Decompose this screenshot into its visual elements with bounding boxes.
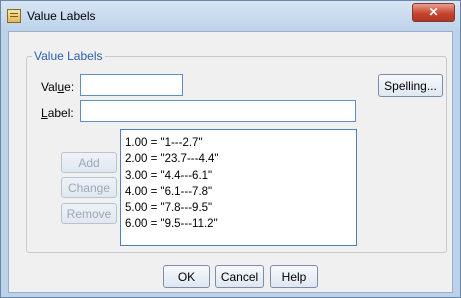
remove-button[interactable]: Remove (61, 203, 117, 224)
title-bar: Value Labels ✕ (1, 1, 460, 31)
value-input[interactable] (80, 74, 183, 96)
change-button[interactable]: Change (61, 177, 117, 198)
value-labels-list[interactable]: 1.00 = "1---2.7" 2.00 = "23.7---4.4" 3.0… (120, 129, 357, 246)
list-item[interactable]: 5.00 = "7.8---9.5" (125, 200, 352, 216)
help-button[interactable]: Help (270, 265, 318, 288)
close-icon: ✕ (428, 5, 439, 19)
list-item[interactable]: 2.00 = "23.7---4.4" (125, 151, 352, 167)
label-input[interactable] (80, 100, 356, 122)
window-title: Value Labels (27, 9, 96, 23)
label-field-label: Label: (41, 106, 74, 120)
cancel-button[interactable]: Cancel (215, 265, 264, 288)
group-title: Value Labels (32, 49, 105, 63)
spelling-button[interactable]: Spelling... (378, 74, 443, 97)
list-item[interactable]: 3.00 = "4.4---6.1" (125, 168, 352, 184)
list-item[interactable]: 1.00 = "1---2.7" (125, 135, 352, 151)
ok-button[interactable]: OK (163, 265, 210, 288)
value-field-label: Value: (41, 80, 75, 94)
app-icon (7, 9, 21, 23)
close-button[interactable]: ✕ (412, 3, 455, 22)
add-button[interactable]: Add (61, 152, 117, 173)
list-item[interactable]: 6.00 = "9.5---11.2" (125, 216, 352, 232)
list-item[interactable]: 4.00 = "6.1---7.8" (125, 184, 352, 200)
